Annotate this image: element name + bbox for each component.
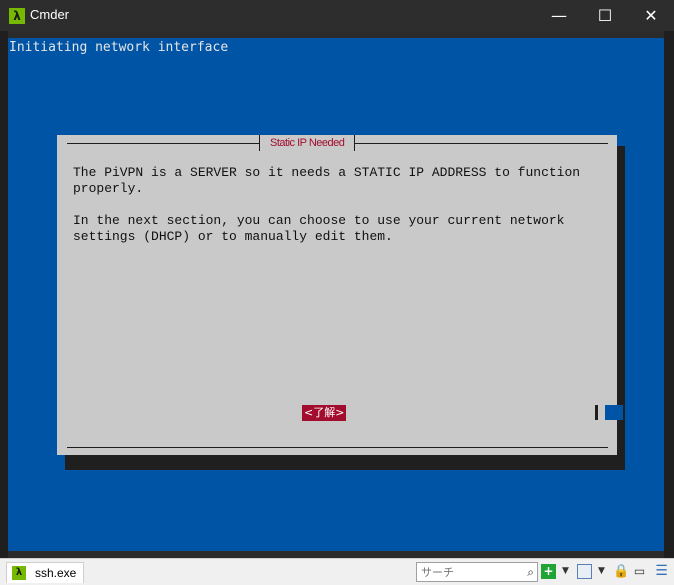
window-frame-left bbox=[0, 31, 8, 558]
add-console-icon[interactable]: + bbox=[541, 564, 556, 579]
dialog-bottom-border bbox=[67, 447, 608, 448]
cmder-lambda-icon[interactable]: λ bbox=[9, 8, 25, 24]
title-bar: λ Cmder — ☐ ✕ bbox=[0, 0, 674, 31]
lock-icon[interactable]: 🔒 bbox=[613, 564, 629, 579]
split-view-icon[interactable] bbox=[577, 564, 592, 579]
search-input[interactable] bbox=[421, 564, 517, 580]
status-bar: λ ssh.exe ⌕ + ▼ ▼ 🔒 ▭ ☰ bbox=[0, 558, 674, 585]
console-icon[interactable]: ▭ bbox=[632, 564, 647, 579]
console-tab[interactable]: λ ssh.exe bbox=[6, 562, 84, 583]
chevron-down-icon[interactable]: ▼ bbox=[562, 564, 569, 579]
terminal-output-line: Initiating network interface bbox=[9, 40, 229, 55]
close-button[interactable]: ✕ bbox=[628, 0, 674, 31]
dialog-title: Static IP Needed bbox=[270, 137, 345, 149]
terminal-area[interactable]: Initiating network interface Static IP N… bbox=[8, 38, 664, 551]
search-icon[interactable]: ⌕ bbox=[527, 564, 534, 580]
search-box[interactable]: ⌕ bbox=[416, 562, 538, 582]
maximize-button[interactable]: ☐ bbox=[582, 0, 628, 31]
menu-icon[interactable]: ☰ bbox=[654, 564, 669, 579]
tab-label: ssh.exe bbox=[35, 566, 77, 580]
dialog-title-box: Static IP Needed bbox=[259, 135, 356, 151]
whiptail-dialog: Static IP Needed The PiVPN is a SERVER s… bbox=[57, 135, 623, 455]
dialog-edge-gap bbox=[605, 405, 623, 420]
chevron-down-icon[interactable]: ▼ bbox=[598, 564, 605, 579]
window-frame-right bbox=[664, 31, 674, 558]
ok-button[interactable]: <了解> bbox=[302, 405, 347, 421]
minimize-button[interactable]: — bbox=[536, 0, 582, 31]
dialog-message: The PiVPN is a SERVER so it needs a STAT… bbox=[73, 165, 581, 244]
dialog-border-tick bbox=[595, 405, 598, 420]
window-title: Cmder bbox=[30, 7, 70, 22]
cmder-lambda-icon: λ bbox=[12, 566, 26, 580]
